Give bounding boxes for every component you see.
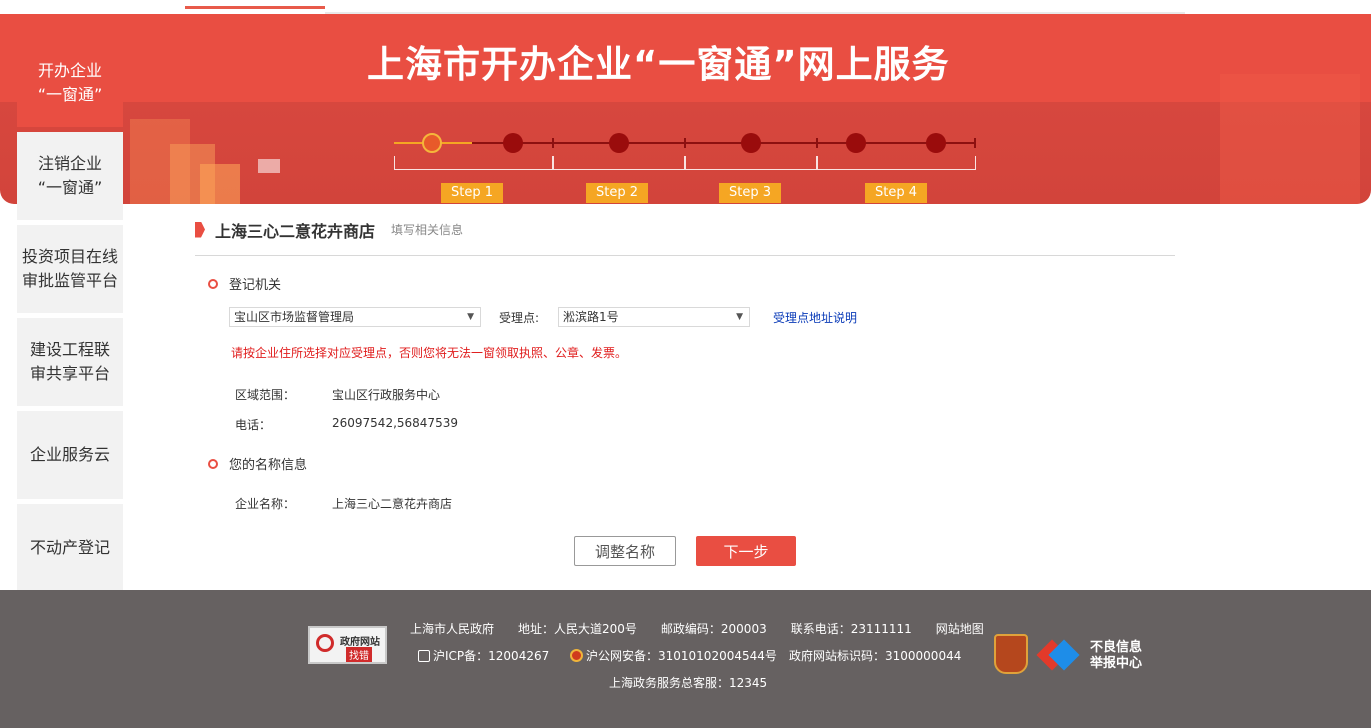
sidebar-item-label: 审共享平台 [29,364,110,383]
sidebar-item-label: 审批监管平台 [21,271,118,290]
bullet-ring-icon [208,278,218,289]
step-bracket [685,156,817,170]
step-dot-4 [741,133,761,153]
section-registration-label: 登记机关 [229,278,282,293]
authority-select[interactable]: 宝山区市场监督管理局 ▼ [229,307,481,327]
step-bracket [817,156,976,170]
step-dot-2 [503,133,523,153]
footer-icp[interactable]: 沪ICP备：12004267 [418,647,549,664]
step-divider [552,138,554,148]
area-value: 宝山区行政服务中心 [332,388,441,402]
section-name-label: 您的名称信息 [229,458,308,473]
step-label-1[interactable]: Step 1 [441,183,504,203]
acceptance-select[interactable]: 淞滨路1号 ▼ [558,307,750,327]
police-badge-icon [570,649,583,662]
flag-icon [195,221,205,238]
acceptance-address-link[interactable]: 受理点地址说明 [773,309,857,326]
sidebar-item-close-business[interactable]: 注销企业 “一窗通” [17,132,123,220]
icp-text: 沪ICP备：12004267 [433,649,550,663]
gov-badge-subtitle: 找错 [346,647,372,662]
footer-info-line: 上海市人民政府 地址：人民大道200号 邮政编码：200003 联系电话：231… [410,622,984,636]
report-center-logo-icon[interactable] [1036,638,1080,672]
area-label: 区域范围： [235,388,296,402]
main-content: 上海三心二意花卉商店 填写相关信息 登记机关 宝山区市场监督管理局 ▼ 受理点:… [195,214,1175,574]
step-dot-1 [422,133,442,153]
authority-select-value: 宝山区市场监督管理局 [234,310,355,324]
adjust-name-button[interactable]: 调整名称 [574,536,676,566]
sidebar-item-real-estate[interactable]: 不动产登记 [17,504,123,592]
banner-title: 上海市开办企业“一窗通”网上服务 [367,43,950,86]
section-header: 上海三心二意花卉商店 填写相关信息 [195,214,1175,256]
sidebar-item-label: “一窗通” [37,85,103,104]
sidebar-item-open-business[interactable]: 开办企业 “一窗通” [17,39,123,127]
dropdown-arrow-icon: ▼ [736,312,743,322]
icp-icon [418,650,430,662]
step-divider [816,138,818,148]
top-accent-line [185,6,325,9]
company-name-value: 上海三心二意花卉商店 [332,497,453,511]
footer: 政府网站 找错 上海市人民政府 地址：人民大道200号 邮政编码：200003 … [0,590,1371,728]
footer-hotline: 上海政务服务总客服：12345 [609,676,768,690]
step-dot-6 [926,133,946,153]
section-name-info: 您的名称信息 [208,454,307,473]
report-line-2: 举报中心 [1090,656,1143,671]
step-bracket [394,156,553,170]
phone-label: 电话： [235,418,272,432]
footer-police[interactable]: 沪公网安备：31010102004544号 [570,647,777,664]
sidebar-item-label: 企业服务云 [29,445,110,464]
dropdown-arrow-icon: ▼ [467,312,474,322]
header-banner: 上海市开办企业“一窗通”网上服务 Step 1 Step 2 Step 3 St… [0,14,1371,204]
section-registration: 登记机关 [208,274,281,293]
step-bracket [553,156,685,170]
step-label-2[interactable]: Step 2 [586,183,649,203]
step-dot-3 [609,133,629,153]
banner-decoration [1220,74,1360,204]
sidebar-item-construction-platform[interactable]: 建设工程联审共享平台 [17,318,123,406]
acceptance-label: 受理点: [499,311,540,325]
sidebar: 开办企业 “一窗通” 注销企业 “一窗通” 投资项目在线 审批监管平台 建设工程联审共… [17,39,123,597]
shop-title: 上海三心二意花卉商店 [215,221,376,241]
party-government-emblem-icon[interactable] [994,634,1028,674]
step-progress: Step 1 Step 2 Step 3 Step 4 [394,132,976,203]
gov-site-error-badge[interactable]: 政府网站 找错 [308,626,387,664]
gov-badge-title: 政府网站 [340,637,380,648]
sidebar-item-label: 注销企业 [37,154,102,173]
warning-text: 请按企业住所选择对应受理点，否则您将无法一窗领取执照、公章、发票。 [231,346,628,360]
step-divider [974,138,976,148]
sidebar-item-investment-platform[interactable]: 投资项目在线 审批监管平台 [17,225,123,313]
sidebar-item-label: 开办企业 [37,61,102,80]
step-label-3[interactable]: Step 3 [719,183,782,203]
chart-illustration [258,159,280,173]
step-divider [684,138,686,148]
magnifier-icon [316,634,334,652]
sidebar-item-enterprise-cloud[interactable]: 企业服务云 [17,411,123,499]
report-center-text[interactable]: 不良信息 举报中心 [1090,640,1142,672]
sidebar-item-label: 建设工程联 [29,340,110,359]
footer-site-id: 政府网站标识码：3100000044 [789,649,962,663]
sidebar-item-label: 投资项目在线 [21,247,118,266]
company-name-label: 企业名称： [235,497,296,511]
sidebar-item-label: 不动产登记 [29,538,110,557]
sidebar-item-label: “一窗通” [37,178,103,197]
step-label-4[interactable]: Step 4 [865,183,928,203]
step-dot-5 [846,133,866,153]
building-illustration [200,164,240,204]
phone-value: 26097542,56847539 [332,416,458,430]
bullet-ring-icon [208,458,218,469]
police-text: 沪公网安备：31010102004544号 [586,649,777,663]
report-line-1: 不良信息 [1090,640,1143,655]
shop-subtitle: 填写相关信息 [391,223,464,237]
acceptance-select-value: 淞滨路1号 [563,310,619,324]
next-step-button[interactable]: 下一步 [696,536,796,566]
